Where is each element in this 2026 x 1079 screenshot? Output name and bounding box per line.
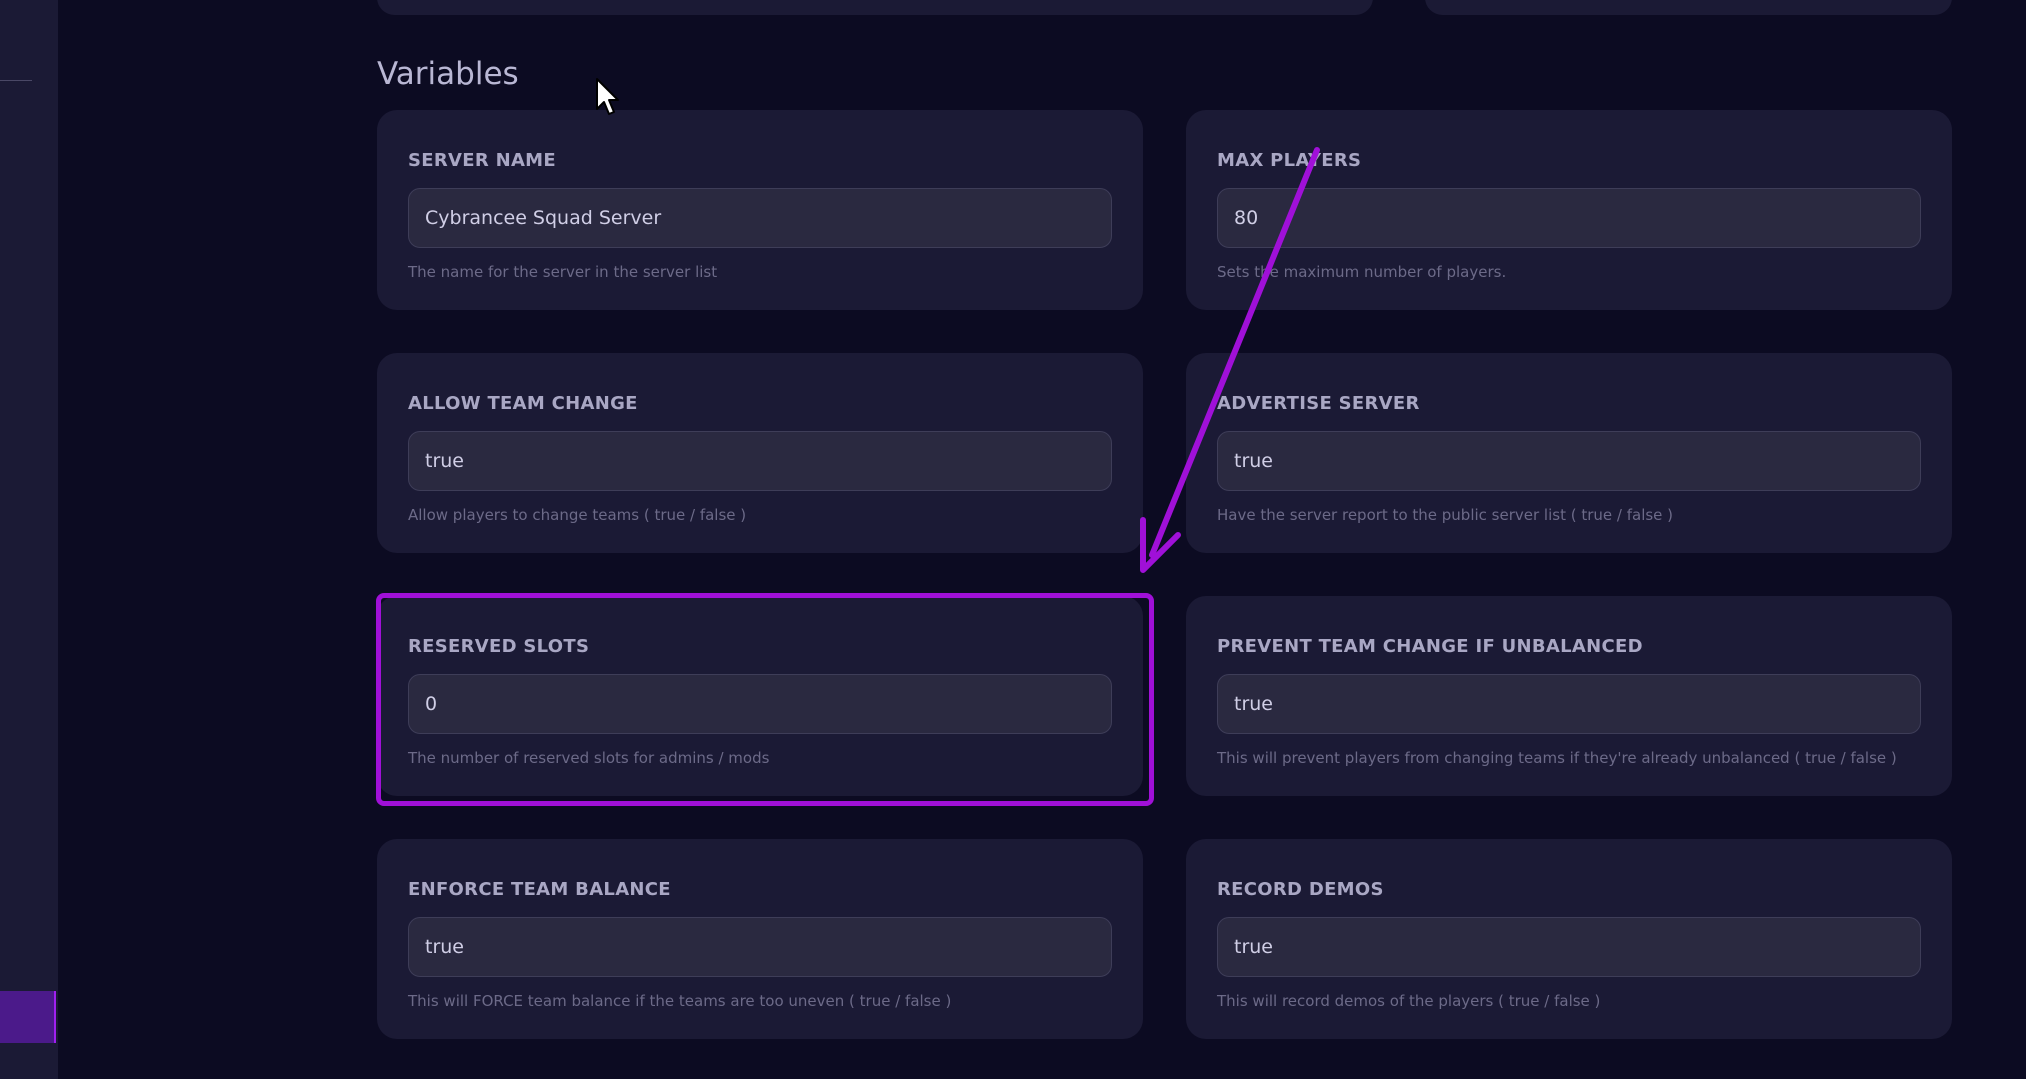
- variable-description: Sets the maximum number of players.: [1217, 263, 1507, 281]
- variable-description: Have the server report to the public ser…: [1217, 506, 1674, 524]
- variable-description: This will FORCE team balance if the team…: [408, 992, 952, 1010]
- sidebar: [0, 0, 58, 1079]
- variable-description: The number of reserved slots for admins …: [408, 749, 770, 767]
- variable-card-reserved-slots: RESERVED SLOTS The number of reserved sl…: [377, 596, 1143, 796]
- max-players-input[interactable]: [1217, 188, 1921, 248]
- server-name-input[interactable]: [408, 188, 1112, 248]
- record-demos-input[interactable]: [1217, 917, 1921, 977]
- variable-label: ENFORCE TEAM BALANCE: [408, 879, 671, 900]
- variable-card-allow-team-change: ALLOW TEAM CHANGE Allow players to chang…: [377, 353, 1143, 553]
- variable-card-max-players: MAX PLAYERS Sets the maximum number of p…: [1186, 110, 1952, 310]
- advertise-server-input[interactable]: [1217, 431, 1921, 491]
- enforce-team-balance-input[interactable]: [408, 917, 1112, 977]
- variable-label: PREVENT TEAM CHANGE IF UNBALANCED: [1217, 636, 1643, 657]
- variable-card-prevent-team-change: PREVENT TEAM CHANGE IF UNBALANCED This w…: [1186, 596, 1952, 796]
- allow-team-change-input[interactable]: [408, 431, 1112, 491]
- previous-card-left: [377, 0, 1373, 15]
- variable-label: ALLOW TEAM CHANGE: [408, 393, 638, 414]
- variable-card-advertise-server: ADVERTISE SERVER Have the server report …: [1186, 353, 1952, 553]
- variable-card-server-name: SERVER NAME The name for the server in t…: [377, 110, 1143, 310]
- variable-label: RESERVED SLOTS: [408, 636, 590, 657]
- variable-card-enforce-team-balance: ENFORCE TEAM BALANCE This will FORCE tea…: [377, 839, 1143, 1039]
- variable-card-record-demos: RECORD DEMOS This will record demos of t…: [1186, 839, 1952, 1039]
- variable-description: The name for the server in the server li…: [408, 263, 718, 281]
- variable-label: ADVERTISE SERVER: [1217, 393, 1420, 414]
- sidebar-divider: [0, 80, 32, 81]
- variable-label: SERVER NAME: [408, 150, 556, 171]
- section-title: Variables: [377, 56, 519, 92]
- variable-description: This will record demos of the players ( …: [1217, 992, 1601, 1010]
- mouse-pointer-icon: [596, 78, 619, 115]
- previous-card-right: [1425, 0, 1952, 15]
- prevent-team-change-input[interactable]: [1217, 674, 1921, 734]
- variable-description: This will prevent players from changing …: [1217, 749, 1897, 767]
- sidebar-active-item[interactable]: [0, 991, 56, 1043]
- variable-label: MAX PLAYERS: [1217, 150, 1362, 171]
- reserved-slots-input[interactable]: [408, 674, 1112, 734]
- variable-description: Allow players to change teams ( true / f…: [408, 506, 747, 524]
- variable-label: RECORD DEMOS: [1217, 879, 1384, 900]
